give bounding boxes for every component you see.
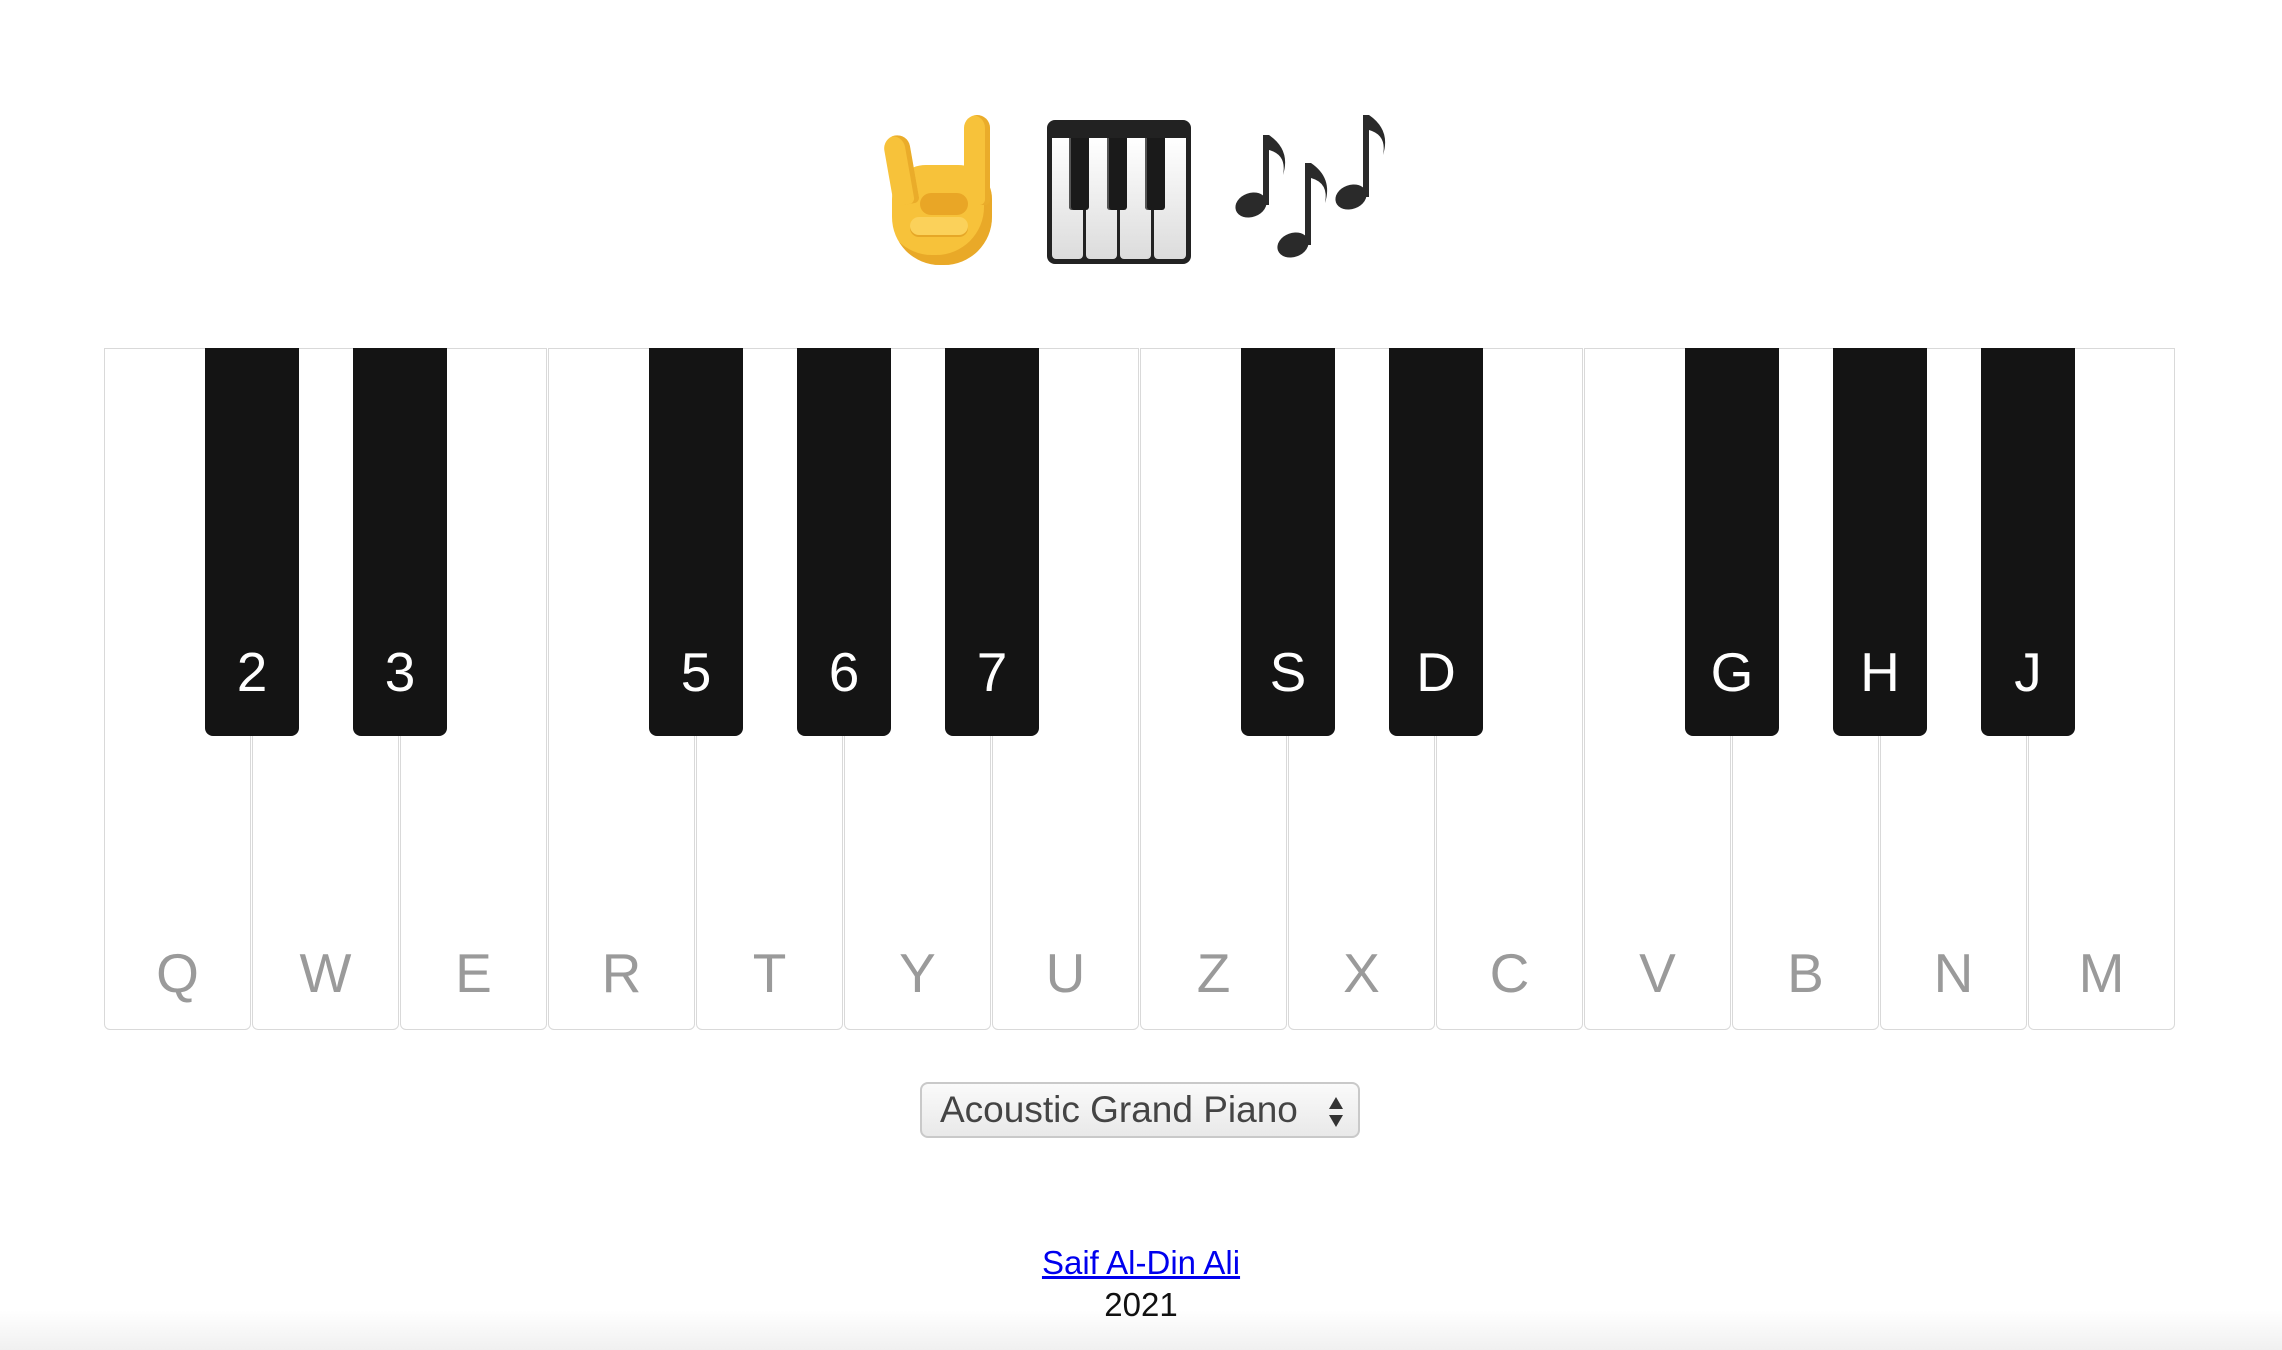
key-label: H — [1860, 641, 1900, 703]
piano-keyboard: Q W E R T Y U Z X C V B N M 2 3 5 6 7 S … — [104, 348, 2178, 1032]
black-key[interactable]: S — [1241, 348, 1335, 736]
black-key[interactable]: 5 — [649, 348, 743, 736]
black-key[interactable]: G — [1685, 348, 1779, 736]
key-label: 5 — [680, 641, 712, 703]
key-label: R — [601, 942, 642, 1004]
black-key[interactable]: 6 — [797, 348, 891, 736]
key-label: 2 — [236, 641, 268, 703]
rock-hand-icon — [881, 105, 1007, 265]
key-label: N — [1933, 942, 1974, 1004]
key-label: Y — [899, 942, 936, 1004]
instrument-select[interactable]: Acoustic Grand Piano — [920, 1082, 1360, 1138]
musical-keyboard-icon — [1046, 105, 1191, 265]
select-arrows-icon — [1329, 1097, 1343, 1127]
key-label: C — [1489, 942, 1530, 1004]
key-label: D — [1416, 641, 1456, 703]
key-label: T — [752, 942, 787, 1004]
key-label: U — [1045, 942, 1086, 1004]
key-label: S — [1269, 641, 1307, 703]
key-label: E — [455, 942, 492, 1004]
key-label: Z — [1196, 942, 1231, 1004]
header — [0, 95, 2282, 275]
black-key[interactable]: J — [1981, 348, 2075, 736]
page: Q W E R T Y U Z X C V B N M 2 3 5 6 7 S … — [0, 0, 2282, 1350]
author-link[interactable]: Saif Al-Din Ali — [1042, 1244, 1240, 1281]
black-key[interactable]: 3 — [353, 348, 447, 736]
key-label: J — [2014, 641, 2042, 703]
key-label: 7 — [976, 641, 1008, 703]
musical-notes-icon — [1231, 105, 1401, 265]
key-label: M — [2078, 942, 2125, 1004]
key-label: B — [1787, 942, 1824, 1004]
key-label: G — [1710, 641, 1754, 703]
key-label: 6 — [828, 641, 860, 703]
black-key[interactable]: 2 — [205, 348, 299, 736]
key-label: X — [1343, 942, 1380, 1004]
key-label: V — [1639, 942, 1676, 1004]
black-key[interactable]: 7 — [945, 348, 1039, 736]
bottom-shade — [0, 1310, 2282, 1350]
black-key[interactable]: D — [1389, 348, 1483, 736]
black-key[interactable]: H — [1833, 348, 1927, 736]
instrument-select-value: Acoustic Grand Piano — [940, 1089, 1298, 1130]
key-label: 3 — [384, 641, 416, 703]
key-label: W — [299, 942, 352, 1004]
key-label: Q — [156, 942, 199, 1004]
